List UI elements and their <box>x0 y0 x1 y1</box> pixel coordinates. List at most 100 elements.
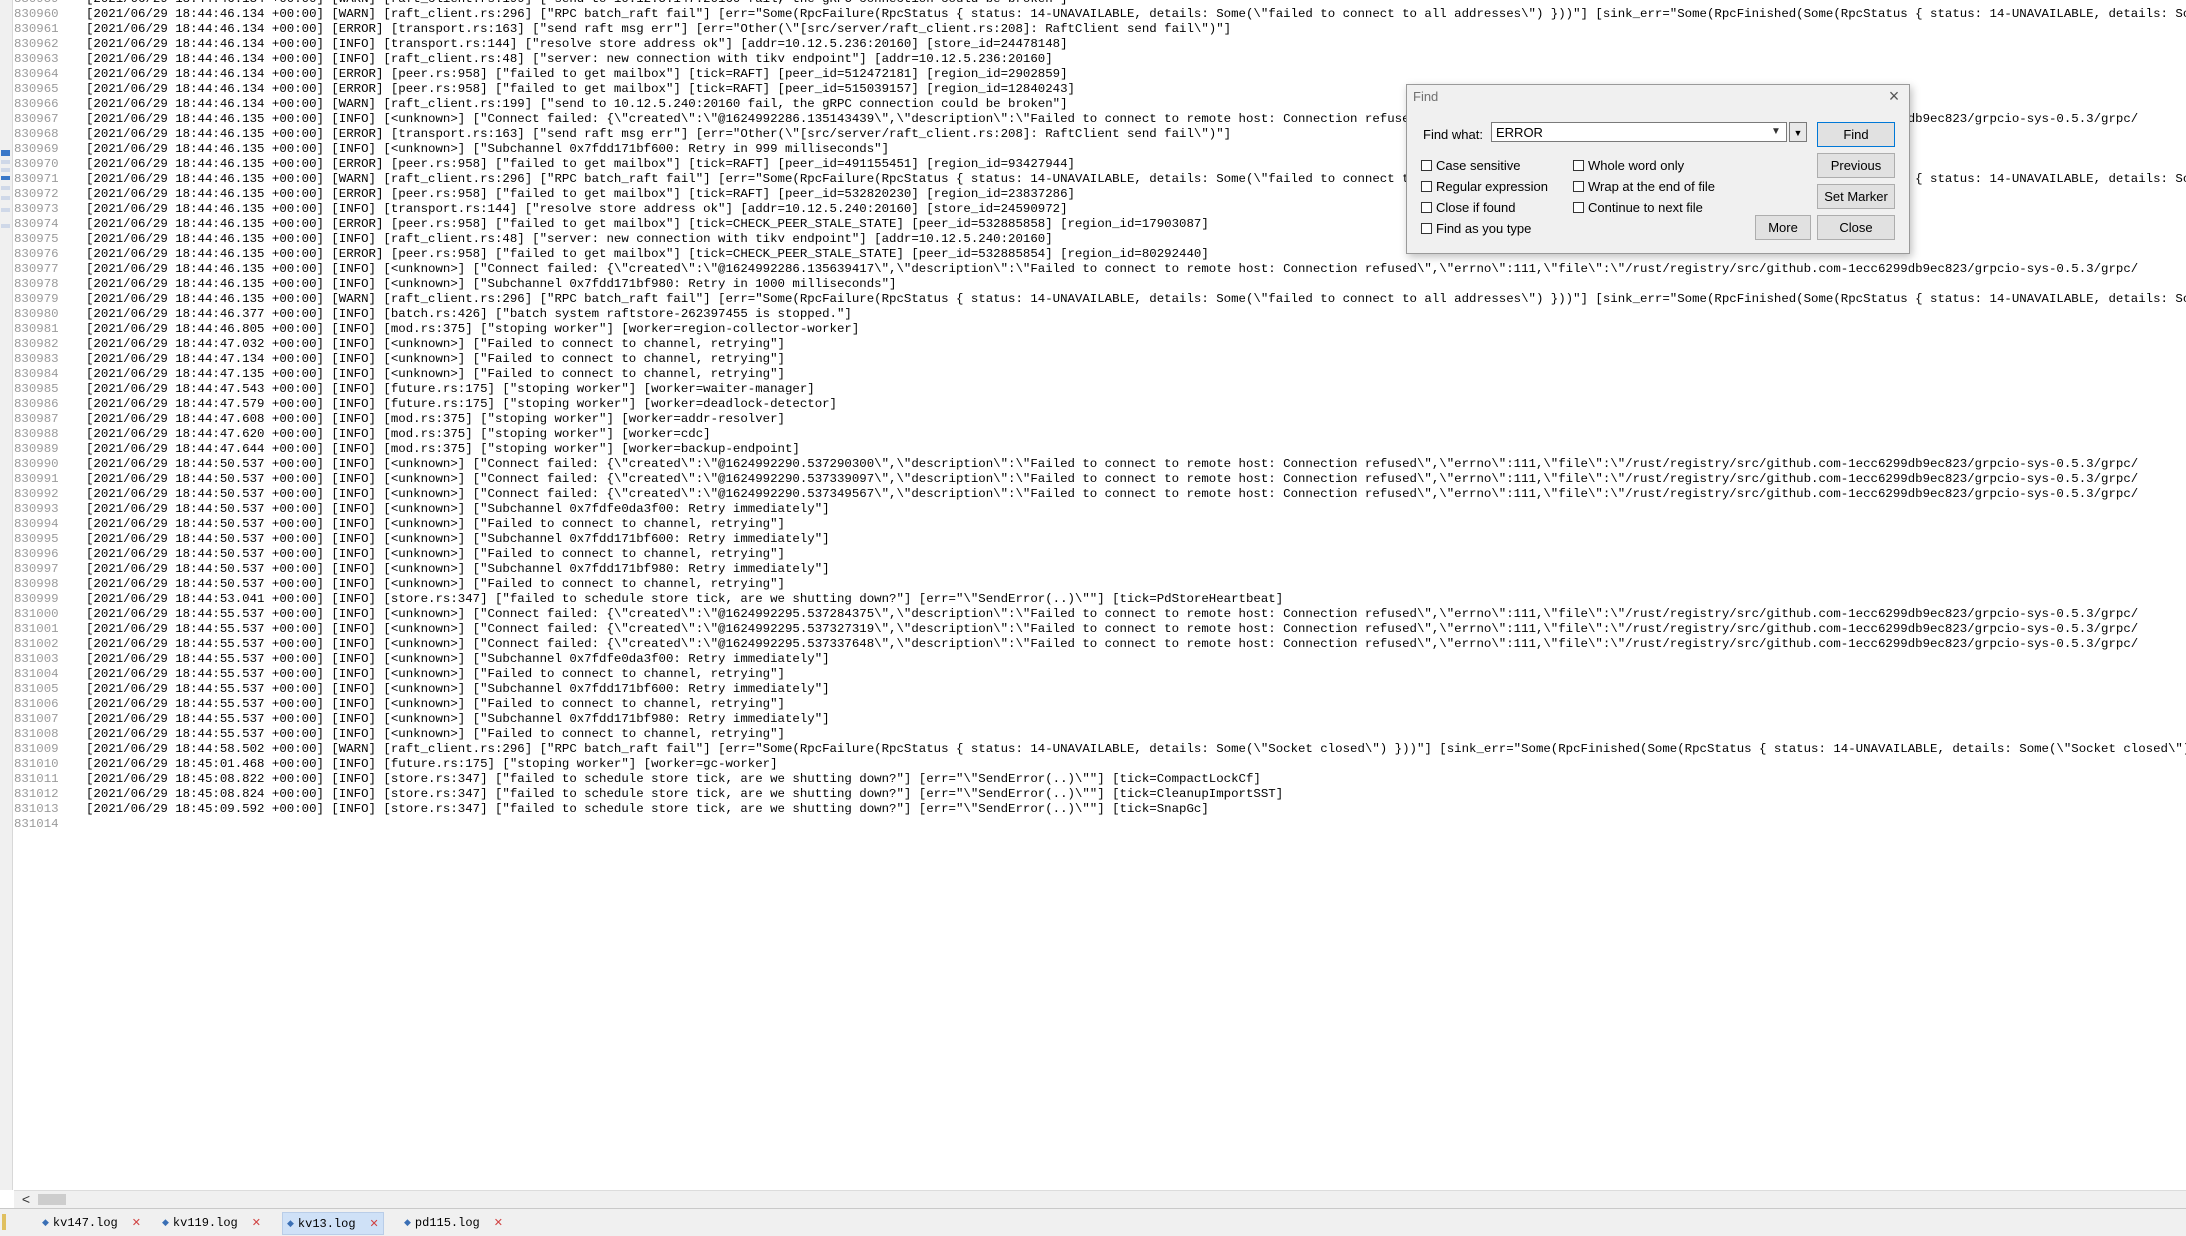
log-line[interactable]: 830991 [2021/06/29 18:44:50.537 +00:00] [… <box>14 472 2186 487</box>
log-line[interactable]: 830999 [2021/06/29 18:44:53.041 +00:00] [… <box>14 592 2186 607</box>
gutter-marker <box>1 186 10 190</box>
checkbox-box[interactable] <box>1573 202 1584 213</box>
log-line[interactable]: 830988 [2021/06/29 18:44:47.620 +00:00] [… <box>14 427 2186 442</box>
set-marker-button[interactable]: Set Marker <box>1817 184 1895 209</box>
checkbox-box[interactable] <box>1421 223 1432 234</box>
regular-expression-checkbox[interactable]: Regular expression <box>1421 179 1548 194</box>
tab-bar-lead-icon <box>2 1214 6 1230</box>
log-line[interactable]: 831001 [2021/06/29 18:44:55.537 +00:00] [… <box>14 622 2186 637</box>
line-number: 830979 <box>14 292 59 306</box>
log-line[interactable]: 831010 [2021/06/29 18:45:01.468 +00:00] [… <box>14 757 2186 772</box>
checkbox-box[interactable] <box>1421 181 1432 192</box>
log-line[interactable]: 830981 [2021/06/29 18:44:46.805 +00:00] [… <box>14 322 2186 337</box>
line-number: 830981 <box>14 322 59 336</box>
line-number: 830960 <box>14 7 59 21</box>
line-text: [2021/06/29 18:44:50.537 +00:00] [INFO] … <box>86 517 785 531</box>
log-line[interactable]: 830959[2021/06/29 18:44:46.134 +00:00] [… <box>14 0 2186 7</box>
checkbox-box[interactable] <box>1573 160 1584 171</box>
log-line[interactable]: 831008 [2021/06/29 18:44:55.537 +00:00] [… <box>14 727 2186 742</box>
line-text: [2021/06/29 18:44:50.537 +00:00] [INFO] … <box>86 577 785 591</box>
wrap-at-end-checkbox[interactable]: Wrap at the end of file <box>1573 179 1715 194</box>
file-tab-bar: ◆ kv147.log ✕ ◆ kv119.log ✕ ◆ kv13.log ✕… <box>0 1208 2186 1236</box>
log-line[interactable]: 831006 [2021/06/29 18:44:55.537 +00:00] [… <box>14 697 2186 712</box>
log-line[interactable]: 831002 [2021/06/29 18:44:55.537 +00:00] [… <box>14 637 2186 652</box>
log-line[interactable]: 830989 [2021/06/29 18:44:47.644 +00:00] [… <box>14 442 2186 457</box>
log-line[interactable]: 831007 [2021/06/29 18:44:55.537 +00:00] [… <box>14 712 2186 727</box>
log-line[interactable]: 830962 [2021/06/29 18:44:46.134 +00:00] [… <box>14 37 2186 52</box>
log-line[interactable]: 830985 [2021/06/29 18:44:47.543 +00:00] [… <box>14 382 2186 397</box>
tab-kv147[interactable]: ◆ kv147.log ✕ <box>38 1212 145 1233</box>
log-line[interactable]: 831014 <box>14 817 2186 832</box>
log-line[interactable]: 830996 [2021/06/29 18:44:50.537 +00:00] [… <box>14 547 2186 562</box>
log-line[interactable]: 831009 [2021/06/29 18:44:58.502 +00:00] [… <box>14 742 2186 757</box>
find-as-you-type-checkbox[interactable]: Find as you type <box>1421 221 1531 236</box>
log-line[interactable]: 831005 [2021/06/29 18:44:55.537 +00:00] [… <box>14 682 2186 697</box>
log-line[interactable]: 830987 [2021/06/29 18:44:47.608 +00:00] [… <box>14 412 2186 427</box>
log-line[interactable]: 830993 [2021/06/29 18:44:50.537 +00:00] [… <box>14 502 2186 517</box>
log-line[interactable]: 830977 [2021/06/29 18:44:46.135 +00:00] [… <box>14 262 2186 277</box>
close-if-found-checkbox[interactable]: Close if found <box>1421 200 1516 215</box>
log-line[interactable]: 830997 [2021/06/29 18:44:50.537 +00:00] [… <box>14 562 2186 577</box>
continue-next-file-checkbox[interactable]: Continue to next file <box>1573 200 1703 215</box>
more-button[interactable]: More <box>1755 215 1811 240</box>
log-line[interactable]: 830994 [2021/06/29 18:44:50.537 +00:00] [… <box>14 517 2186 532</box>
log-line[interactable]: 830963 [2021/06/29 18:44:46.134 +00:00] [… <box>14 52 2186 67</box>
close-tab-icon[interactable]: ✕ <box>494 1216 503 1230</box>
log-line[interactable]: 831000 [2021/06/29 18:44:55.537 +00:00] [… <box>14 607 2186 622</box>
line-text: [2021/06/29 18:44:47.608 +00:00] [INFO] … <box>86 412 785 426</box>
log-line[interactable]: 830998 [2021/06/29 18:44:50.537 +00:00] [… <box>14 577 2186 592</box>
log-line[interactable]: 830984 [2021/06/29 18:44:47.135 +00:00] [… <box>14 367 2186 382</box>
checkbox-box[interactable] <box>1421 160 1432 171</box>
find-options-dropdown-button[interactable]: ▼ <box>1789 122 1807 142</box>
previous-button[interactable]: Previous <box>1817 153 1895 178</box>
find-what-input[interactable] <box>1491 122 1787 142</box>
log-line[interactable]: 831011 [2021/06/29 18:45:08.822 +00:00] [… <box>14 772 2186 787</box>
log-line[interactable]: 830978 [2021/06/29 18:44:46.135 +00:00] [… <box>14 277 2186 292</box>
line-text: [2021/06/29 18:44:46.135 +00:00] [ERROR]… <box>86 217 1209 231</box>
line-number: 830975 <box>14 232 59 246</box>
log-line[interactable]: 831003 [2021/06/29 18:44:55.537 +00:00] [… <box>14 652 2186 667</box>
scroll-thumb[interactable] <box>38 1194 66 1205</box>
log-line[interactable]: 830960 [2021/06/29 18:44:46.134 +00:00] [… <box>14 7 2186 22</box>
log-line[interactable]: 831012 [2021/06/29 18:45:08.824 +00:00] [… <box>14 787 2186 802</box>
close-tab-icon[interactable]: ✕ <box>132 1216 141 1230</box>
tab-kv119[interactable]: ◆ kv119.log ✕ <box>158 1212 265 1233</box>
log-line[interactable]: 830983 [2021/06/29 18:44:47.134 +00:00] [… <box>14 352 2186 367</box>
log-line[interactable]: 830979 [2021/06/29 18:44:46.135 +00:00] [… <box>14 292 2186 307</box>
regular-expression-label: Regular expression <box>1436 179 1549 194</box>
close-icon[interactable]: × <box>1885 86 1903 107</box>
log-line[interactable]: 830990 [2021/06/29 18:44:50.537 +00:00] [… <box>14 457 2186 472</box>
close-tab-icon[interactable]: ✕ <box>370 1217 379 1231</box>
line-text: [2021/06/29 18:44:50.537 +00:00] [INFO] … <box>86 502 830 516</box>
chevron-down-icon[interactable]: ▼ <box>1767 123 1785 141</box>
log-line[interactable]: 830961 [2021/06/29 18:44:46.134 +00:00] [… <box>14 22 2186 37</box>
log-line[interactable]: 830995 [2021/06/29 18:44:50.537 +00:00] [… <box>14 532 2186 547</box>
find-button[interactable]: Find <box>1817 122 1895 147</box>
line-text: [2021/06/29 18:44:46.135 +00:00] [INFO] … <box>86 232 1053 246</box>
horizontal-scrollbar[interactable]: < <box>14 1190 2186 1208</box>
checkbox-box[interactable] <box>1421 202 1432 213</box>
checkbox-box[interactable] <box>1573 181 1584 192</box>
log-line[interactable]: 830980 [2021/06/29 18:44:46.377 +00:00] [… <box>14 307 2186 322</box>
line-number: 831004 <box>14 667 59 681</box>
log-line[interactable]: 830964 [2021/06/29 18:44:46.134 +00:00] [… <box>14 67 2186 82</box>
close-tab-icon[interactable]: ✕ <box>252 1216 261 1230</box>
line-number: 830971 <box>14 172 59 186</box>
case-sensitive-checkbox[interactable]: Case sensitive <box>1421 158 1521 173</box>
close-button[interactable]: Close <box>1817 215 1895 240</box>
line-number: 830989 <box>14 442 59 456</box>
scroll-left-arrow-icon[interactable]: < <box>18 1191 34 1208</box>
line-number: 830999 <box>14 592 59 606</box>
tab-pd115[interactable]: ◆ pd115.log ✕ <box>400 1212 507 1233</box>
log-line[interactable]: 830992 [2021/06/29 18:44:50.537 +00:00] [… <box>14 487 2186 502</box>
whole-word-only-checkbox[interactable]: Whole word only <box>1573 158 1684 173</box>
log-line[interactable]: 830982 [2021/06/29 18:44:47.032 +00:00] [… <box>14 337 2186 352</box>
log-line[interactable]: 830986 [2021/06/29 18:44:47.579 +00:00] [… <box>14 397 2186 412</box>
log-line[interactable]: 831013 [2021/06/29 18:45:09.592 +00:00] [… <box>14 802 2186 817</box>
tab-kv13[interactable]: ◆ kv13.log ✕ <box>282 1212 384 1235</box>
log-line[interactable]: 831004 [2021/06/29 18:44:55.537 +00:00] [… <box>14 667 2186 682</box>
line-number: 831009 <box>14 742 59 756</box>
gutter-marker <box>1 176 10 180</box>
line-number: 830973 <box>14 202 59 216</box>
file-icon: ◆ <box>287 1218 294 1229</box>
